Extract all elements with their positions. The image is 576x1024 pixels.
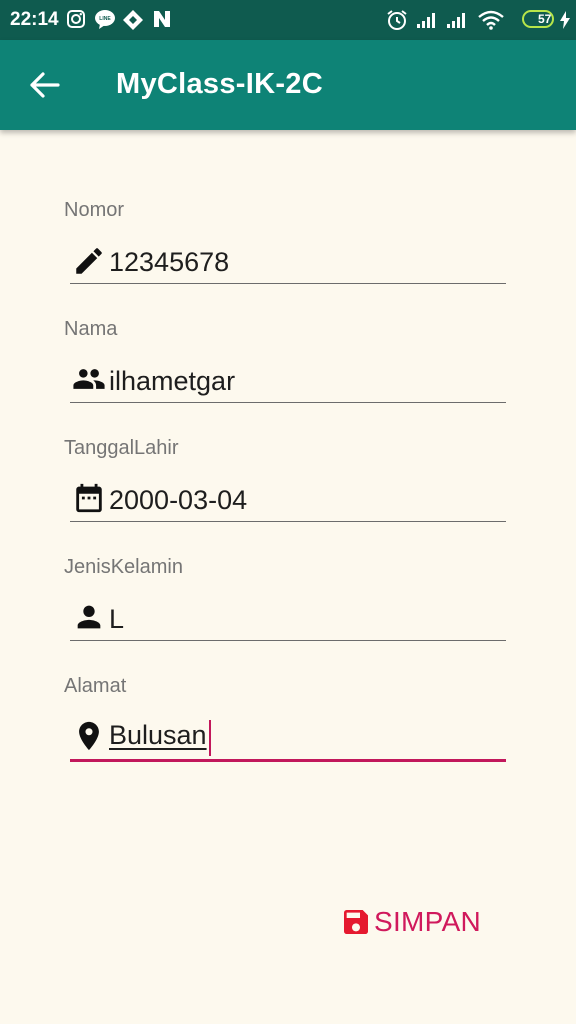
arrow-left-icon: [30, 72, 60, 98]
nomor-underline: [70, 283, 506, 284]
nama-underline: [70, 402, 506, 403]
simpan-label: SIMPAN: [374, 906, 482, 937]
tanggal-lahir-label: TanggalLahir: [64, 437, 179, 459]
calendar-icon: [76, 483, 102, 513]
alamat-label: Alamat: [64, 675, 127, 697]
people-icon: [73, 369, 105, 389]
jenis-kelamin-input[interactable]: [109, 599, 499, 639]
back-button[interactable]: [24, 64, 66, 106]
battery-icon: 57: [522, 10, 554, 28]
pencil-icon: [76, 248, 102, 274]
app-icon: [122, 9, 144, 36]
app-bar: MyClass-IK-2C: [0, 40, 576, 130]
alamat-underline: [70, 759, 506, 762]
signal-icon: [416, 11, 438, 34]
battery-level: 57: [538, 12, 552, 26]
tanggal-lahir-underline: [70, 521, 506, 522]
nama-input[interactable]: [109, 361, 499, 401]
line-icon: LINE: [94, 9, 116, 34]
floppy-disk-icon: [344, 910, 368, 934]
charging-icon: [559, 11, 571, 34]
status-time: 22:14: [10, 9, 59, 30]
status-right-icons: 57: [386, 0, 576, 40]
jenis-kelamin-label: JenisKelamin: [64, 556, 183, 578]
alarm-icon: [386, 9, 408, 36]
jenis-kelamin-underline: [70, 640, 506, 641]
simpan-button[interactable]: SIMPAN: [338, 900, 498, 946]
nomor-input[interactable]: [109, 242, 499, 282]
instagram-icon: [66, 9, 86, 34]
tanggal-lahir-input[interactable]: [109, 480, 499, 520]
status-bar: 22:14 LINE 57: [0, 0, 576, 40]
n-icon: [152, 9, 172, 34]
signal-icon: [446, 11, 468, 34]
person-icon: [77, 605, 101, 629]
nomor-label: Nomor: [64, 199, 125, 221]
svg-text:LINE: LINE: [99, 16, 111, 22]
wifi-icon: [478, 10, 504, 35]
location-pin-icon: [79, 721, 99, 751]
page-title: MyClass-IK-2C: [116, 68, 323, 100]
nama-label: Nama: [64, 318, 118, 340]
text-cursor: [209, 720, 211, 756]
alamat-input[interactable]: Bulusan: [109, 720, 207, 751]
